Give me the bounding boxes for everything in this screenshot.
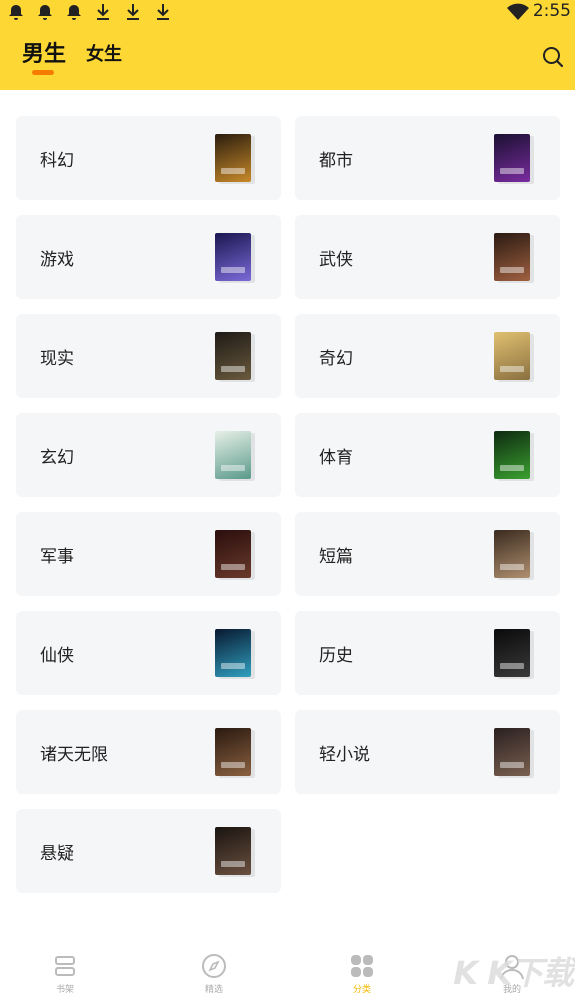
category-label: 诸天无限: [40, 745, 108, 765]
category-card[interactable]: 现实: [16, 314, 281, 398]
book-cover-thumbnail: [494, 728, 530, 776]
book-cover-thumbnail: [494, 134, 530, 182]
category-label: 都市: [319, 151, 353, 171]
category-card[interactable]: 轻小说: [295, 710, 560, 794]
book-cover-thumbnail: [215, 233, 251, 281]
book-cover-thumbnail: [494, 530, 530, 578]
category-card[interactable]: 短篇: [295, 512, 560, 596]
nav-label: 分类: [352, 985, 371, 995]
book-cover-thumbnail: [215, 728, 251, 776]
book-cover-thumbnail: [215, 629, 251, 677]
category-label: 历史: [319, 646, 353, 666]
bookshelf-icon: [55, 956, 75, 976]
category-label: 游戏: [40, 250, 74, 270]
category-card[interactable]: 都市: [295, 116, 560, 200]
category-card[interactable]: 历史: [295, 611, 560, 695]
category-card[interactable]: 诸天无限: [16, 710, 281, 794]
watermark: K K下载: [453, 954, 574, 992]
notification-bell-icon: [38, 5, 52, 20]
category-card[interactable]: 奇幻: [295, 314, 560, 398]
notification-bell-icon: [9, 5, 23, 20]
book-cover-thumbnail: [215, 134, 251, 182]
category-card[interactable]: 体育: [295, 413, 560, 497]
book-cover-thumbnail: [215, 332, 251, 380]
category-grid-icon: [351, 955, 373, 977]
category-card[interactable]: 悬疑: [16, 809, 281, 893]
nav-label: 精选: [204, 985, 223, 995]
category-label: 悬疑: [40, 844, 74, 864]
category-label: 轻小说: [319, 745, 370, 765]
book-cover-thumbnail: [215, 530, 251, 578]
category-label: 玄幻: [40, 448, 74, 468]
category-label: 短篇: [319, 547, 353, 567]
book-cover-thumbnail: [494, 332, 530, 380]
active-tab-indicator: [32, 70, 54, 75]
category-label: 武侠: [319, 250, 353, 270]
download-icon: [157, 4, 169, 20]
clock: 2:55: [532, 1, 571, 21]
category-grid: 科幻 都市游戏 武侠现实 奇幻玄幻 体育军事 短篇仙侠 历史诸天无限 轻小说悬疑: [16, 116, 560, 893]
nav-item[interactable]: 分类: [332, 948, 392, 995]
nav-item[interactable]: 书架: [35, 948, 95, 995]
nav-item[interactable]: 精选: [184, 948, 244, 995]
category-card[interactable]: 游戏: [16, 215, 281, 299]
book-cover-thumbnail: [494, 629, 530, 677]
category-label: 现实: [40, 349, 74, 369]
app-header: 2:55 男生 女生: [0, 0, 575, 90]
category-card[interactable]: 武侠: [295, 215, 560, 299]
download-icon: [97, 4, 109, 20]
category-card[interactable]: 玄幻: [16, 413, 281, 497]
category-label: 科幻: [40, 151, 74, 171]
notification-bell-icon: [67, 5, 81, 20]
nav-label: 书架: [55, 985, 74, 995]
tab-male[interactable]: 男生: [22, 36, 66, 68]
category-label: 军事: [40, 547, 74, 567]
download-icon: [127, 4, 139, 20]
category-label: 仙侠: [40, 646, 74, 666]
book-cover-thumbnail: [215, 827, 251, 875]
wifi-icon: [507, 3, 529, 20]
category-card[interactable]: 科幻: [16, 116, 281, 200]
book-cover-thumbnail: [215, 431, 251, 479]
category-card[interactable]: 军事: [16, 512, 281, 596]
book-cover-thumbnail: [494, 233, 530, 281]
status-bar: 2:55: [0, 0, 575, 24]
category-card[interactable]: 仙侠: [16, 611, 281, 695]
compass-icon: [202, 954, 226, 978]
category-label: 体育: [319, 448, 353, 468]
search-icon[interactable]: [541, 45, 565, 69]
tab-female[interactable]: 女生: [86, 40, 122, 66]
book-cover-thumbnail: [494, 431, 530, 479]
category-label: 奇幻: [319, 349, 353, 369]
